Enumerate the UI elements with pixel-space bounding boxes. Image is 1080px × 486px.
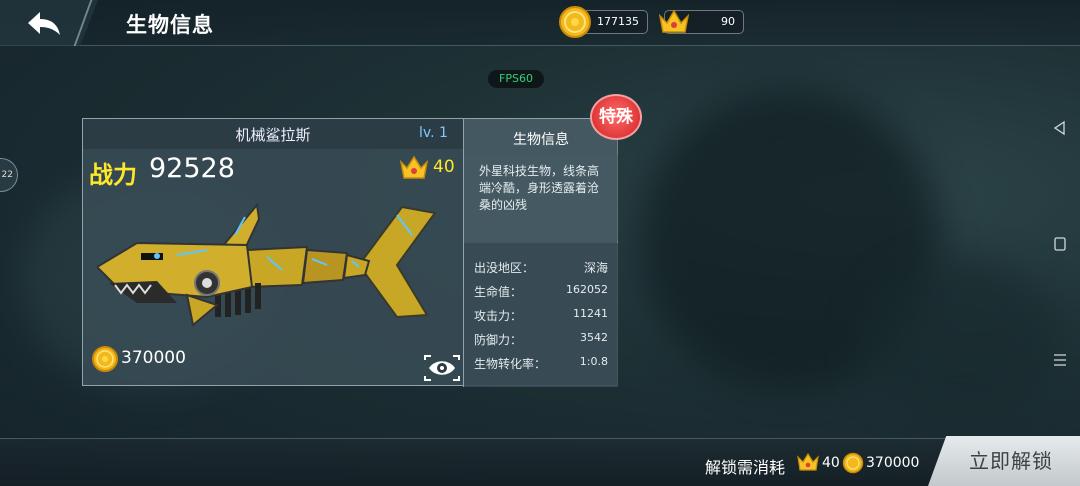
eye-icon [424, 355, 460, 381]
crown-icon [399, 155, 429, 179]
stat-value: 3542 [580, 331, 608, 344]
unlock-coin-cost: 370000 [866, 455, 920, 471]
coin-icon [559, 6, 591, 38]
stat-value: 162052 [566, 283, 608, 296]
creature-description: 外星科技生物，线条高端冷酷，身形透露着沧桑的凶残 [479, 164, 600, 212]
preview-button[interactable] [423, 354, 461, 382]
stat-row-health: 生命值： 162052 [474, 283, 608, 299]
side-panel-count: 22 [1, 170, 13, 180]
stat-row-attack: 攻击力： 11241 [474, 307, 608, 323]
stat-row-conversion: 生物转化率： 1:0.8 [474, 355, 608, 371]
power-label: 战力 [89, 161, 137, 189]
stat-label: 攻击力： [474, 309, 523, 323]
page-title: 生物信息 [126, 13, 214, 37]
unlock-crown-cost: 40 [822, 455, 840, 471]
stat-label: 防御力： [474, 333, 523, 347]
android-back-icon[interactable] [1052, 120, 1068, 136]
unlock-cost-label: 解锁需消耗 [705, 458, 786, 477]
info-panel: 生物信息 外星科技生物，线条高端冷酷，身形透露着沧桑的凶残 出没地区： 深海 生… [464, 119, 618, 387]
special-rarity-badge: 特殊 [590, 94, 642, 140]
creature-price: 370000 [121, 348, 186, 368]
power-value: 92528 [149, 153, 235, 184]
creature-card: 机械鲨拉斯 lv. 1 战力 92528 40 370000 生物信息 外星科技… [82, 118, 618, 387]
stat-label: 出没地区： [474, 261, 535, 275]
background-blob [860, 260, 1060, 420]
back-button[interactable] [24, 8, 64, 38]
coin-icon [842, 452, 864, 474]
stat-row-defense: 防御力： 3542 [474, 331, 608, 347]
stat-row-habitat: 出没地区： 深海 [474, 259, 608, 275]
crown-icon [658, 9, 690, 33]
crown-icon [797, 452, 819, 471]
stat-label: 生命值： [474, 285, 523, 299]
coin-icon [92, 346, 118, 372]
stat-label: 生物转化率： [474, 357, 547, 371]
android-menu-icon[interactable] [1052, 352, 1068, 368]
fps-indicator: FPS60 [488, 70, 544, 88]
stat-value: 11241 [573, 307, 608, 320]
creature-name: 机械鲨拉斯 [235, 126, 311, 144]
stat-value: 1:0.8 [579, 355, 608, 368]
back-arrow-icon [28, 12, 60, 35]
android-home-icon[interactable] [1052, 236, 1068, 252]
mechanical-shark-image [97, 202, 437, 327]
stat-value: 深海 [583, 261, 608, 275]
creature-level: lv. 1 [419, 125, 448, 141]
crown-count: 90 [721, 15, 735, 28]
info-title: 生物信息 [513, 132, 569, 148]
side-panel-toggle[interactable]: 22 [0, 158, 18, 192]
crown-requirement: 40 [433, 157, 455, 177]
coin-count: 177135 [597, 15, 639, 28]
unlock-now-button[interactable]: 立即解锁 [928, 436, 1080, 486]
